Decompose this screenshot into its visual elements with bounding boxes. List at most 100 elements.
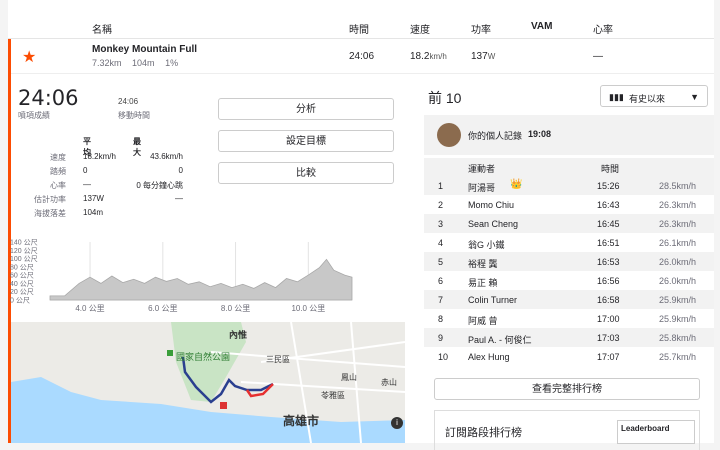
info-icon[interactable]: i bbox=[391, 417, 403, 429]
athlete-name[interactable]: Alex Hung bbox=[468, 352, 510, 362]
table-row[interactable]: 7 Colin Turner 16:58 25.9km/h bbox=[424, 290, 714, 309]
view-full-leaderboard-button[interactable]: 查看完整排行榜 bbox=[434, 378, 700, 400]
table-row[interactable]: 9 Paul A. - 何俊仁 17:03 25.8km/h bbox=[424, 328, 714, 347]
table-row[interactable]: 5 裕程 龔 16:53 26.0km/h bbox=[424, 252, 714, 271]
power-value: 137 bbox=[471, 51, 488, 62]
x-tick-label: 10.0 公里 bbox=[291, 304, 325, 313]
effort-speed: 26.3km/h bbox=[658, 219, 696, 229]
effort-speed: 26.0km/h bbox=[658, 257, 696, 267]
effort-time[interactable]: 17:07 bbox=[597, 352, 620, 362]
segment-name[interactable]: Monkey Mountain Full bbox=[92, 44, 197, 55]
stat-avg: 0 bbox=[83, 166, 88, 175]
table-row[interactable]: 1 阿湯哥 👑 15:26 28.5km/h bbox=[424, 176, 714, 195]
segment-row[interactable]: ★ Monkey Mountain Full 7.32km 104m 1% 24… bbox=[8, 39, 714, 74]
rank: 6 bbox=[438, 276, 444, 286]
power-unit: W bbox=[487, 52, 496, 61]
athlete-name[interactable]: 翁G 小鐵 bbox=[468, 238, 505, 251]
effort-speed: 26.1km/h bbox=[658, 238, 696, 248]
x-tick-label: 8.0 公里 bbox=[221, 304, 250, 313]
col-athlete: 運動者 bbox=[468, 164, 496, 174]
col-name: 名稱 bbox=[92, 25, 112, 36]
crown-icon: 👑 bbox=[510, 179, 523, 190]
athlete-name[interactable]: Momo Chiu bbox=[468, 200, 514, 210]
table-row[interactable]: 2 Momo Chiu 16:43 26.3km/h bbox=[424, 195, 714, 214]
rank: 4 bbox=[438, 238, 444, 248]
map-label-sanmin: 三民區 bbox=[266, 355, 290, 364]
stat-avg: 104m bbox=[83, 208, 104, 217]
map-label-lingya: 苓雅區 bbox=[321, 391, 345, 400]
athlete-name[interactable]: Paul A. - 何俊仁 bbox=[468, 333, 532, 346]
time-filter-value: 有史以來 bbox=[629, 94, 666, 104]
col-time: 時間 bbox=[349, 25, 369, 36]
speed-value: 18.2 bbox=[410, 51, 430, 62]
segment-speed: 18.2km/h bbox=[410, 51, 447, 62]
table-row[interactable]: 8 阿威 曾 17:00 25.9km/h bbox=[424, 309, 714, 328]
table-row[interactable]: 10 Alex Hung 17:07 25.7km/h bbox=[424, 347, 714, 366]
rank: 1 bbox=[438, 181, 444, 191]
moving-time-label: 移動時間 bbox=[118, 111, 150, 120]
leaderboard-header: 運動者 時間 bbox=[424, 158, 714, 176]
pr-label: 你的個人記錄 bbox=[468, 131, 523, 141]
effort-time[interactable]: 16:56 bbox=[597, 276, 620, 286]
effort-time[interactable]: 16:51 bbox=[597, 238, 620, 248]
athlete-name[interactable]: Sean Cheng bbox=[468, 219, 518, 229]
col-heart: 心率 bbox=[593, 25, 613, 36]
time-filter-dropdown[interactable]: ▮▮▮ 有史以來 ▼ bbox=[600, 85, 708, 107]
stat-avg: — bbox=[83, 180, 91, 189]
y-tick-label: 20 公尺 bbox=[10, 288, 34, 296]
athlete-name[interactable]: 阿威 曾 bbox=[468, 314, 498, 327]
elevation-area bbox=[49, 258, 353, 301]
stat-label: 踏頻 bbox=[50, 167, 66, 176]
map-label-park: 國家自然公園 bbox=[176, 352, 231, 362]
caret-down-icon: ▼ bbox=[690, 92, 699, 102]
rank: 9 bbox=[438, 333, 444, 343]
col-vam: VAM bbox=[531, 21, 553, 32]
stat-label: 心率 bbox=[50, 181, 66, 190]
effort-time[interactable]: 16:58 bbox=[597, 295, 620, 305]
subscribe-box: 訂閱路段排行榜 Leaderboard bbox=[434, 410, 700, 450]
stat-max: 0 每分鐘心跳 bbox=[136, 181, 183, 190]
set-goal-button[interactable]: 設定目標 bbox=[218, 130, 394, 152]
effort-time[interactable]: 16:53 bbox=[597, 257, 620, 267]
athlete-name[interactable]: 易正 賴 bbox=[468, 276, 498, 289]
leaderboard-list: 1 阿湯哥 👑 15:26 28.5km/h 2 Momo Chiu 16:43 26.3km… bbox=[424, 176, 714, 366]
stat-label: 海拔落差 bbox=[34, 209, 66, 218]
elevation-chart[interactable]: 140 公尺120 公尺100 公尺80 公尺60 公尺40 公尺20 公尺0 … bbox=[8, 236, 358, 320]
effort-speed: 26.0km/h bbox=[658, 276, 696, 286]
personal-record: 你的個人記錄 19:08 bbox=[424, 115, 714, 155]
table-row[interactable]: 3 Sean Cheng 16:45 26.3km/h bbox=[424, 214, 714, 233]
effort-time[interactable]: 16:45 bbox=[597, 219, 620, 229]
speed-unit: km/h bbox=[429, 52, 447, 61]
athlete-name[interactable]: 阿湯哥 bbox=[468, 181, 495, 194]
x-tick-label: 6.0 公里 bbox=[148, 304, 177, 313]
segment-meta: 7.32km 104m 1% bbox=[92, 58, 186, 68]
leaderboard-title: 前 10 bbox=[428, 90, 462, 106]
segment-time: 24:06 bbox=[349, 51, 375, 62]
avatar[interactable] bbox=[437, 123, 461, 147]
rank: 8 bbox=[438, 314, 444, 324]
analyze-button[interactable]: 分析 bbox=[218, 98, 394, 120]
best-time: 24:06 bbox=[18, 86, 79, 110]
effort-time[interactable]: 15:26 bbox=[597, 181, 620, 191]
effort-speed: 25.9km/h bbox=[658, 314, 696, 324]
bar-chart-icon: ▮▮▮ bbox=[609, 92, 624, 102]
y-tick-label: 0 公尺 bbox=[10, 297, 30, 305]
effort-speed: 26.3km/h bbox=[658, 200, 696, 210]
route-map[interactable]: 國家自然公園 內惟 三民區 苓雅區 鳳山 赤山 高雄市 i bbox=[11, 322, 405, 443]
effort-time[interactable]: 16:43 bbox=[597, 200, 620, 210]
rank: 10 bbox=[438, 352, 449, 362]
map-label-fengshan: 鳳山 bbox=[341, 373, 357, 382]
y-tick-label: 80 公尺 bbox=[10, 263, 34, 271]
table-row[interactable]: 4 翁G 小鐵 16:51 26.1km/h bbox=[424, 233, 714, 252]
segment-elevation: 104m bbox=[132, 58, 155, 68]
compare-button[interactable]: 比較 bbox=[218, 162, 394, 184]
leaderboard-badge[interactable]: Leaderboard bbox=[617, 420, 695, 444]
effort-time[interactable]: 17:00 bbox=[597, 314, 620, 324]
table-row[interactable]: 6 易正 賴 16:56 26.0km/h bbox=[424, 271, 714, 290]
col-time-lb: 時間 bbox=[601, 164, 620, 174]
effort-time[interactable]: 17:03 bbox=[597, 333, 620, 343]
star-icon[interactable]: ★ bbox=[22, 47, 36, 67]
segment-grade: 1% bbox=[165, 58, 179, 68]
athlete-name[interactable]: 裕程 龔 bbox=[468, 257, 498, 270]
athlete-name[interactable]: Colin Turner bbox=[468, 295, 517, 305]
